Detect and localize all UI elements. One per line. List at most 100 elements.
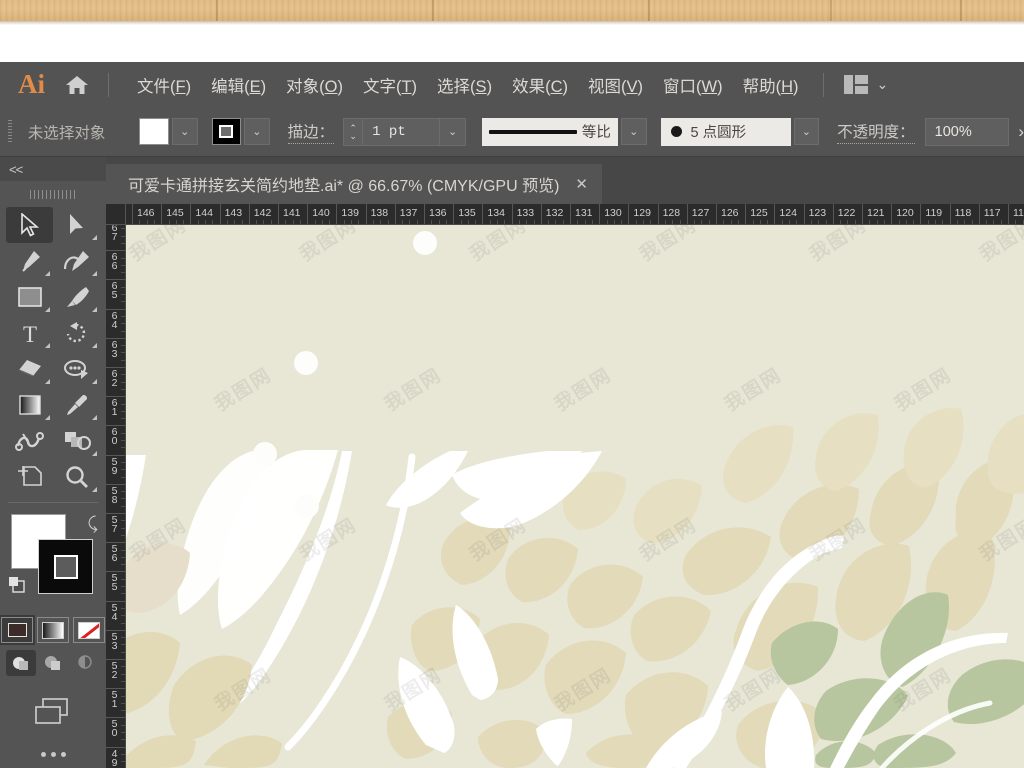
direct-selection-tool[interactable] <box>53 207 100 243</box>
fill-color-swatch[interactable] <box>139 118 169 145</box>
menu-edit[interactable]: 编辑(E) <box>201 69 276 101</box>
toolbar-grip[interactable] <box>0 185 106 203</box>
ruler-tick <box>453 204 455 224</box>
ruler-minor-tick <box>121 315 125 317</box>
ruler-minor-tick <box>329 220 331 224</box>
ruler-minor-tick <box>789 220 790 224</box>
ruler-label: 66 <box>111 251 118 273</box>
stroke-profile-dropdown-button[interactable]: ⌄ <box>620 118 647 145</box>
ruler-minor-tick <box>263 220 265 224</box>
artboard-canvas[interactable]: 我图网我图网我图网我图网我图网我图网我图网我图网我图网我图网我图网我图网我图网我… <box>126 225 1024 768</box>
ruler-minor-tick <box>121 666 125 668</box>
opacity-input[interactable]: 100% <box>924 117 1010 146</box>
stroke-profile-selector[interactable]: 等比 <box>482 117 618 146</box>
none-slash-icon <box>78 621 100 639</box>
menu-window[interactable]: 窗口(W) <box>653 69 733 101</box>
ruler-minor-tick <box>694 220 696 224</box>
control-bar-more-button[interactable]: › <box>1018 122 1024 142</box>
collapse-toolbar-button[interactable]: << <box>0 157 106 181</box>
width-tool[interactable] <box>53 351 100 387</box>
tool-grid: T <box>0 203 106 495</box>
draw-inside-button[interactable] <box>70 650 100 676</box>
selection-tool[interactable] <box>6 207 53 243</box>
ruler-label: 135 <box>458 207 476 219</box>
draw-normal-button[interactable] <box>6 650 36 676</box>
stroke-weight-dropdown-button[interactable]: ⌄ <box>440 117 467 146</box>
ruler-minor-tick <box>121 440 125 441</box>
menu-type[interactable]: 文字(T) <box>353 69 427 101</box>
ruler-origin-corner[interactable] <box>106 204 126 225</box>
ruler-label: 131 <box>575 207 593 219</box>
drawing-mode-buttons <box>0 650 106 676</box>
ruler-minor-tick <box>121 673 125 675</box>
blend-tool[interactable] <box>6 423 53 459</box>
color-swatch-button[interactable] <box>0 615 35 645</box>
none-swatch-button[interactable] <box>73 617 105 643</box>
pen-tool[interactable] <box>6 243 53 279</box>
ruler-label: 58 <box>111 484 118 506</box>
ruler-minor-tick <box>752 220 754 224</box>
ruler-minor-tick <box>810 220 812 224</box>
fill-dropdown-button[interactable]: ⌄ <box>171 118 198 145</box>
ruler-minor-tick <box>402 220 404 224</box>
draw-behind-button[interactable] <box>38 650 68 676</box>
ruler-minor-tick <box>986 220 988 224</box>
curvature-tool[interactable] <box>53 243 100 279</box>
artboard-tool[interactable] <box>6 459 53 495</box>
menu-view[interactable]: 视图(V) <box>578 69 653 101</box>
ruler-minor-tick <box>548 220 550 224</box>
menu-select[interactable]: 选择(S) <box>427 69 502 101</box>
artwork-illustration <box>126 225 1024 768</box>
stroke-weight-stepper[interactable]: ⌃ ⌄ 1 pt ⌄ <box>343 117 467 146</box>
rectangle-tool[interactable] <box>6 279 53 315</box>
type-tool[interactable]: T <box>6 315 53 351</box>
document-tab[interactable]: 可爱卡通拼接玄关简约地垫.ai* @ 66.67% (CMYK/GPU 预览) … <box>106 164 602 204</box>
stroke-color-swatch[interactable] <box>211 118 242 145</box>
ruler-label: 137 <box>399 207 418 219</box>
ruler-label: 126 <box>721 207 739 219</box>
brush-definition-selector[interactable]: 5 点圆形 <box>660 117 791 146</box>
zoom-tool[interactable] <box>53 459 100 495</box>
menu-object[interactable]: 对象(O) <box>276 69 353 101</box>
stroke-dropdown-button[interactable]: ⌄ <box>244 118 270 145</box>
arrange-documents-button[interactable]: ⌄ <box>843 75 888 94</box>
ruler-label: 122 <box>837 207 856 219</box>
eraser-tool[interactable] <box>6 351 53 387</box>
ruler-label: 59 <box>111 455 118 477</box>
ruler-label: 53 <box>111 630 118 652</box>
ruler-minor-tick <box>993 220 995 224</box>
shape-builder-tool[interactable] <box>53 423 100 459</box>
brush-dropdown-button[interactable]: ⌄ <box>793 118 820 145</box>
ruler-label: 118 <box>954 207 972 219</box>
swap-fill-stroke-icon[interactable]: ⤹ <box>88 514 98 534</box>
ruler-minor-tick <box>737 220 739 224</box>
vertical-ruler[interactable]: 6766656463626160595857565554535251504948 <box>106 225 126 768</box>
edit-toolbar-button[interactable] <box>0 752 106 757</box>
ruler-minor-tick <box>121 607 125 609</box>
menu-effect[interactable]: 效果(C) <box>502 69 578 101</box>
menu-help[interactable]: 帮助(H) <box>733 69 809 101</box>
paintbrush-tool[interactable] <box>53 279 100 315</box>
arrange-documents-icon <box>843 75 868 94</box>
close-icon[interactable]: ✕ <box>575 175 588 193</box>
stepper-arrows-icon[interactable]: ⌃ ⌄ <box>343 117 363 146</box>
gradient-swatch-button[interactable] <box>37 617 69 643</box>
stroke-weight-input[interactable]: 1 pt <box>362 117 441 146</box>
change-screen-mode-button[interactable] <box>0 694 106 728</box>
gradient-tool[interactable] <box>6 387 53 423</box>
control-bar-grip[interactable] <box>8 119 12 144</box>
menu-file[interactable]: 文件(F) <box>127 69 201 101</box>
ruler-label: 145 <box>166 207 184 219</box>
ruler-label: 124 <box>779 207 797 219</box>
stroke-color-large-swatch[interactable] <box>38 539 93 594</box>
ruler-minor-tick <box>121 534 125 536</box>
ruler-label: 64 <box>111 309 118 331</box>
ruler-minor-tick <box>121 527 125 529</box>
default-fill-stroke-icon[interactable] <box>7 575 27 600</box>
ruler-minor-tick <box>504 220 506 224</box>
eyedropper-tool[interactable] <box>53 387 100 423</box>
home-icon[interactable] <box>60 74 94 96</box>
rotate-tool[interactable] <box>53 315 100 351</box>
horizontal-ruler[interactable]: 146 145 144 143 142 141 140 139 138 137 136 135 134 1… <box>126 204 1024 225</box>
ruler-minor-tick <box>121 520 125 522</box>
